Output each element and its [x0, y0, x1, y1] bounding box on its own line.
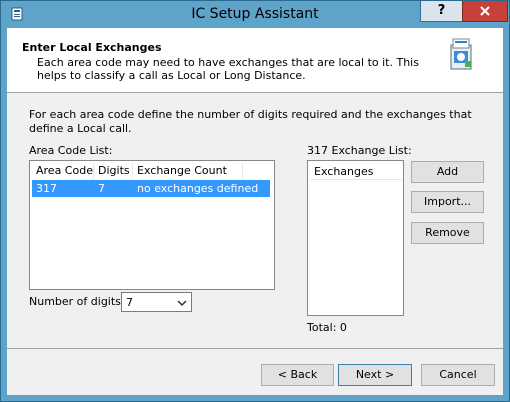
column-header-area-code[interactable]: Area Code	[32, 163, 94, 179]
exchange-total: Total: 0	[307, 321, 347, 334]
number-of-digits-value: 7	[126, 296, 133, 309]
header-panel: Enter Local Exchanges Each area code may…	[7, 28, 503, 93]
import-button[interactable]: Import...	[411, 191, 484, 213]
remove-button[interactable]: Remove	[411, 222, 484, 244]
cancel-button[interactable]: Cancel	[421, 364, 495, 386]
title-bar[interactable]: IC Setup Assistant ?	[1, 1, 509, 28]
footer-divider	[7, 348, 503, 349]
setup-window: IC Setup Assistant ? Enter Local Exchang…	[0, 0, 510, 402]
digits-cell: 7	[98, 182, 105, 195]
column-header-digits[interactable]: Digits	[94, 163, 133, 179]
next-button[interactable]: Next >	[338, 364, 412, 386]
list-header: Area Code Digits Exchange Count	[32, 163, 243, 179]
page-title: Enter Local Exchanges	[22, 41, 162, 54]
exchange-list[interactable]: Exchanges	[307, 160, 404, 316]
number-of-digits-label: Number of digits:	[29, 295, 125, 308]
setup-package-icon	[450, 38, 472, 70]
help-button[interactable]: ?	[420, 1, 463, 22]
instructions-text: For each area code define the number of …	[29, 108, 472, 135]
area-code-list-label: Area Code List:	[29, 144, 113, 157]
column-header-exchanges[interactable]: Exchanges	[310, 163, 402, 180]
area-code-list[interactable]: Area Code Digits Exchange Count 317 7 no…	[29, 160, 275, 290]
add-button[interactable]: Add	[411, 161, 484, 183]
number-of-digits-select[interactable]: 7	[121, 292, 192, 312]
table-row[interactable]: 317 7 no exchanges defined	[32, 180, 270, 197]
exchange-count-cell: no exchanges defined	[137, 182, 259, 195]
dialog-content: Enter Local Exchanges Each area code may…	[7, 28, 503, 395]
page-description: Each area code may need to have exchange…	[37, 56, 419, 82]
column-header-exchange-count[interactable]: Exchange Count	[133, 163, 243, 179]
close-button[interactable]	[462, 1, 508, 22]
area-code-cell: 317	[36, 182, 57, 195]
chevron-down-icon	[177, 300, 187, 307]
exchange-list-label: 317 Exchange List:	[307, 144, 412, 157]
close-icon	[480, 6, 490, 16]
back-button[interactable]: < Back	[261, 364, 334, 386]
